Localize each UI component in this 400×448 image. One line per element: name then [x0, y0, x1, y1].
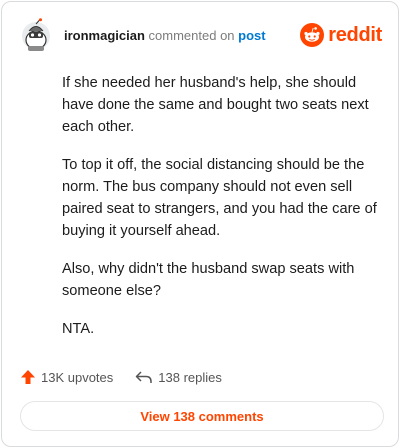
meta-verb: commented on	[148, 28, 235, 43]
upvote-count: 13K upvotes	[41, 369, 114, 385]
snoo-avatar-icon[interactable]	[20, 18, 52, 52]
comment-body: If she needed her husband's help, she sh…	[62, 72, 382, 356]
username-link[interactable]: ironmagician	[64, 28, 145, 43]
upvote-arrow-icon	[21, 370, 35, 384]
comment-paragraph: If she needed her husband's help, she sh…	[62, 75, 369, 135]
reddit-alien-icon	[300, 23, 325, 47]
comment-header: ironmagician commented on post reddit	[20, 18, 382, 54]
reddit-logo[interactable]: reddit	[300, 22, 382, 48]
comment-card: ironmagician commented on post reddit If…	[1, 1, 399, 447]
reply-arrow-icon	[136, 371, 153, 383]
view-comments-button[interactable]: View 138 comments	[20, 401, 384, 431]
reply-count: 138 replies	[158, 369, 222, 385]
reddit-wordmark: reddit	[328, 23, 382, 46]
reply-button[interactable]: 138 replies	[135, 369, 222, 385]
comment-meta: ironmagician commented on post	[64, 28, 266, 43]
comment-paragraph: Also, why didn't the husband swap seats …	[62, 261, 355, 299]
comment-actions: 13K upvotes 138 replies	[20, 367, 222, 387]
comment-paragraph: To top it off, the social distancing sho…	[62, 157, 377, 239]
upvote-button[interactable]: 13K upvotes	[20, 369, 113, 385]
post-link[interactable]: post	[238, 28, 265, 43]
comment-paragraph: NTA.	[62, 321, 95, 337]
